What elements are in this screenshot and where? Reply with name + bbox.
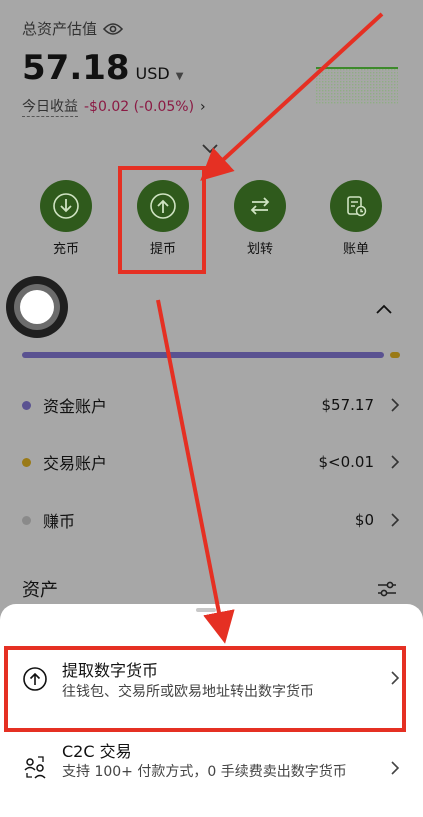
arrow-to-withdraw-option — [156, 299, 235, 644]
arrow-to-withdraw-button — [200, 12, 384, 181]
annotation-arrows — [156, 12, 384, 644]
